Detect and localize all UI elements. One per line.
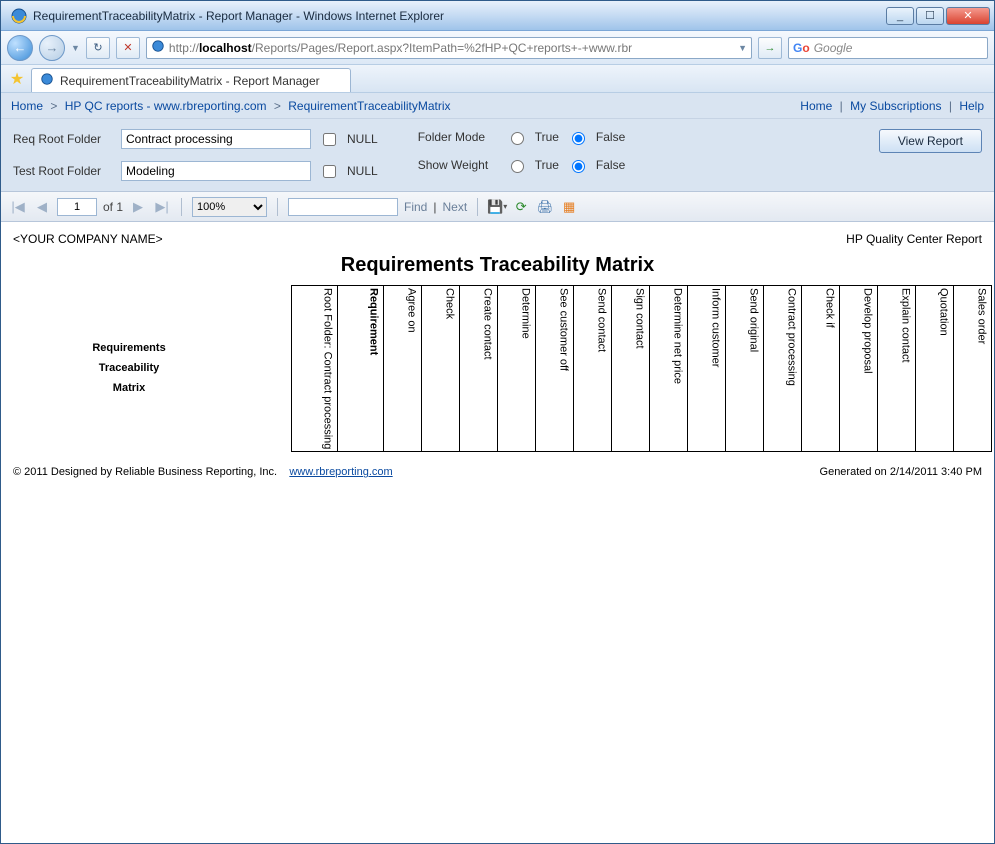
folder-mode-false-radio[interactable]	[572, 132, 585, 145]
tab-label: RequirementTraceabilityMatrix - Report M…	[60, 74, 320, 88]
col-root-folder: Root Folder: Contract processing	[291, 286, 337, 452]
print-icon[interactable]: 🖨	[536, 198, 554, 216]
report-title: Requirements Traceability Matrix	[13, 254, 982, 277]
null-label-2: NULL	[347, 164, 378, 178]
next-page-icon[interactable]: ▶	[129, 198, 147, 216]
report-parameters: Req Root Folder NULL Test Root Folder NU…	[1, 119, 994, 192]
footer-link[interactable]: www.rbreporting.com	[289, 466, 392, 478]
col-header: Explain contact	[877, 286, 915, 452]
view-report-button[interactable]: View Report	[879, 129, 982, 153]
col-header: Check if	[801, 286, 839, 452]
true-label-1: True	[535, 130, 559, 144]
nav-subscriptions[interactable]: My Subscriptions	[850, 99, 941, 113]
tab-icon	[40, 72, 54, 89]
crumb-report[interactable]: RequirementTraceabilityMatrix	[288, 99, 450, 113]
url-text: http://localhost/Reports/Pages/Report.as…	[169, 41, 734, 55]
null-label-1: NULL	[347, 132, 378, 146]
refresh-report-icon[interactable]: ⟳	[512, 198, 530, 216]
crumb-folder[interactable]: HP QC reports - www.rbreporting.com	[65, 99, 267, 113]
app-icon	[11, 8, 27, 24]
search-placeholder: Google	[814, 41, 853, 55]
req-root-input[interactable]	[121, 129, 311, 149]
crumb-home[interactable]: Home	[11, 99, 43, 113]
matrix-corner-label: RequirementsTraceabilityMatrix	[13, 286, 245, 452]
false-label-2: False	[596, 158, 625, 172]
test-root-input[interactable]	[121, 161, 311, 181]
find-input[interactable]	[288, 198, 398, 216]
browser-navbar: ← → ▼ ↻ ✕ http://localhost/Reports/Pages…	[1, 31, 994, 65]
find-link[interactable]: Find	[404, 200, 427, 214]
col-header: Sign contact	[611, 286, 649, 452]
close-button[interactable]: ✕	[946, 7, 990, 25]
browser-tabrow: ★ RequirementTraceabilityMatrix - Report…	[1, 65, 994, 93]
nav-home[interactable]: Home	[800, 99, 832, 113]
test-root-null-checkbox[interactable]	[323, 165, 336, 178]
back-button[interactable]: ←	[7, 35, 33, 61]
col-header: Quotation	[915, 286, 953, 452]
refresh-button[interactable]: ↻	[86, 37, 110, 59]
col-header: Agree on	[383, 286, 421, 452]
window-title: RequirementTraceabilityMatrix - Report M…	[33, 9, 886, 23]
traceability-matrix: RequirementsTraceabilityMatrix Root Folde…	[13, 285, 992, 452]
report-body: <YOUR COMPANY NAME> HP Quality Center Re…	[1, 222, 994, 843]
prev-page-icon[interactable]: ◀	[33, 198, 51, 216]
nav-help[interactable]: Help	[959, 99, 984, 113]
col-header: Develop proposal	[839, 286, 877, 452]
col-header: See customer off	[535, 286, 573, 452]
col-header: Send contact	[573, 286, 611, 452]
requirement-header: Requirement	[337, 286, 383, 452]
false-label-1: False	[596, 130, 625, 144]
page-number-input[interactable]	[57, 198, 97, 216]
find-next-link[interactable]: Next	[442, 200, 467, 214]
folder-mode-true-radio[interactable]	[511, 132, 524, 145]
google-icon: Go	[793, 41, 810, 55]
true-label-2: True	[535, 158, 559, 172]
go-button[interactable]: →	[758, 37, 782, 59]
maximize-button[interactable]: ☐	[916, 7, 944, 25]
col-header: Determine	[497, 286, 535, 452]
page-icon	[151, 39, 165, 56]
col-header: Sales order	[953, 286, 991, 452]
req-root-null-checkbox[interactable]	[323, 133, 336, 146]
feed-icon[interactable]: ▦	[560, 198, 578, 216]
param-label-req-root: Req Root Folder	[13, 132, 113, 146]
minimize-button[interactable]: _	[886, 7, 914, 25]
first-page-icon[interactable]: |◀	[9, 198, 27, 216]
footer-generated: Generated on 2/14/2011 3:40 PM	[820, 466, 982, 478]
col-header: Inform customer	[687, 286, 725, 452]
breadcrumb: Home > HP QC reports - www.rbreporting.c…	[1, 93, 994, 119]
url-dropdown-icon[interactable]: ▼	[738, 43, 747, 53]
export-icon[interactable]: 💾▾	[488, 198, 506, 216]
history-dropdown-icon[interactable]: ▼	[71, 43, 80, 53]
report-toolbar: |◀ ◀ of 1 ▶ ▶| 100% Find | Next 💾▾ ⟳ 🖨 ▦	[1, 192, 994, 222]
favorites-icon[interactable]: ★	[7, 69, 27, 89]
report-source: HP Quality Center Report	[846, 232, 982, 246]
col-header: Determine net price	[649, 286, 687, 452]
footer-copyright: © 2011 Designed by Reliable Business Rep…	[13, 466, 277, 478]
param-label-test-root: Test Root Folder	[13, 164, 113, 178]
stop-button[interactable]: ✕	[116, 37, 140, 59]
page-content: Home > HP QC reports - www.rbreporting.c…	[1, 93, 994, 843]
zoom-select[interactable]: 100%	[192, 197, 267, 217]
show-weight-label: Show Weight	[418, 158, 498, 172]
folder-mode-label: Folder Mode	[418, 130, 498, 144]
col-header: Send original	[725, 286, 763, 452]
show-weight-true-radio[interactable]	[511, 160, 524, 173]
col-header: Create contact	[459, 286, 497, 452]
window-titlebar: RequirementTraceabilityMatrix - Report M…	[1, 1, 994, 31]
show-weight-false-radio[interactable]	[572, 160, 585, 173]
page-of-label: of 1	[103, 200, 123, 214]
col-header: Contract processing	[763, 286, 801, 452]
col-header: Check	[421, 286, 459, 452]
search-box[interactable]: Go Google	[788, 37, 988, 59]
company-name: <YOUR COMPANY NAME>	[13, 232, 163, 246]
browser-tab[interactable]: RequirementTraceabilityMatrix - Report M…	[31, 68, 351, 92]
forward-button[interactable]: →	[39, 35, 65, 61]
address-bar[interactable]: http://localhost/Reports/Pages/Report.as…	[146, 37, 752, 59]
last-page-icon[interactable]: ▶|	[153, 198, 171, 216]
